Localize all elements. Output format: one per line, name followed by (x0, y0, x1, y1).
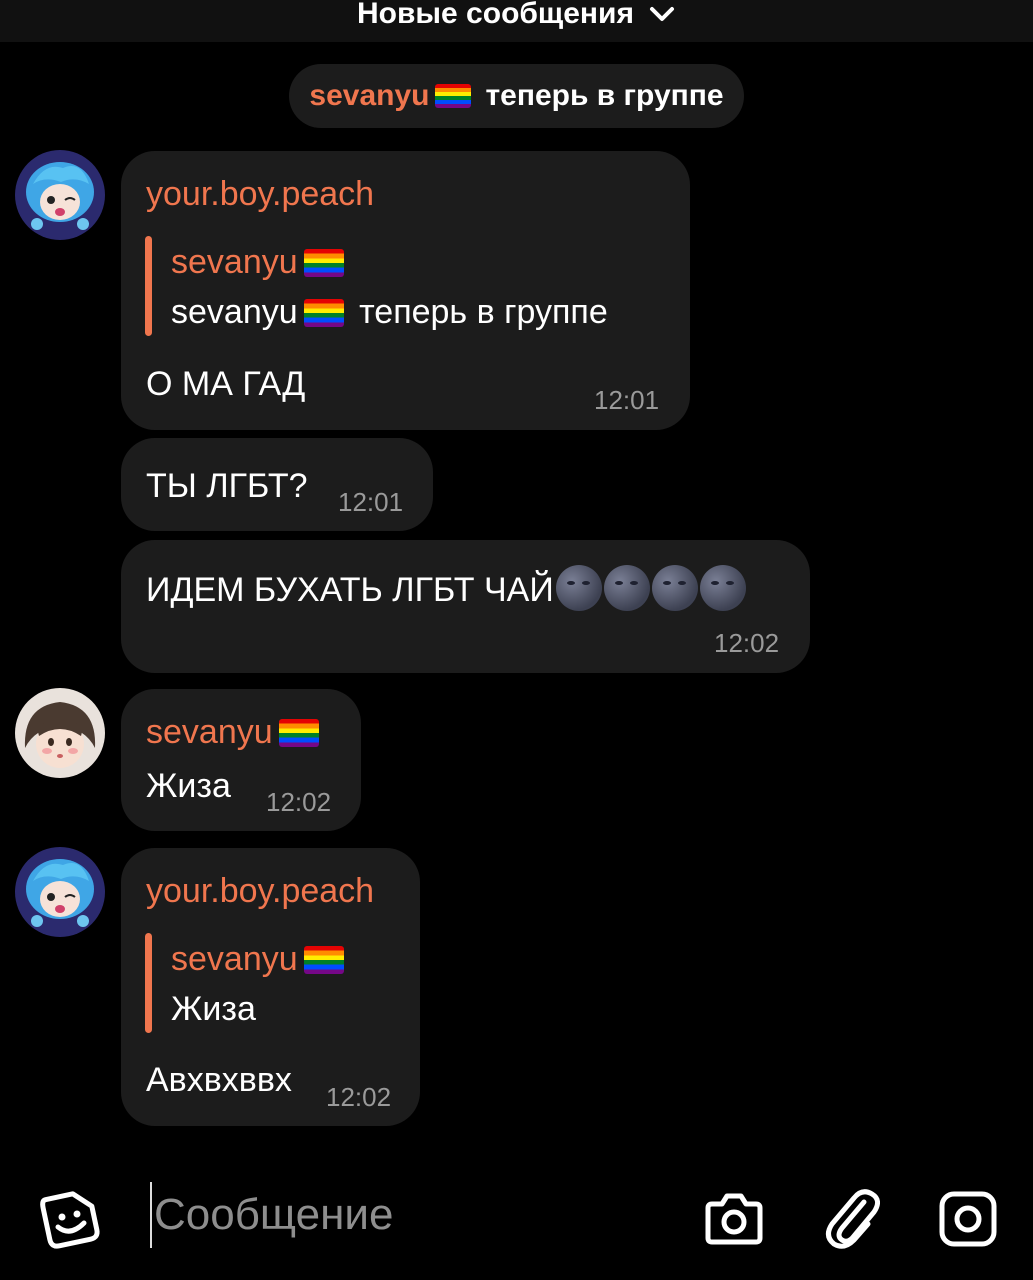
rainbow-flag-icon (278, 719, 319, 747)
rainbow-flag-icon (303, 946, 344, 974)
new-moon-face-icon (699, 565, 746, 611)
message-text: Жиза (146, 767, 231, 805)
reply-quote[interactable] (145, 236, 152, 336)
paperclip-icon[interactable] (824, 1188, 880, 1255)
message-bubble[interactable]: ИДЕМ БУХАТЬ ЛГБТ ЧАЙ 12:02 (121, 540, 810, 673)
avatar-your-boy-peach[interactable] (15, 150, 105, 240)
message-sender[interactable]: your.boy.peach (146, 872, 374, 911)
message-text: Авхвхввх (146, 1061, 292, 1099)
message-text: ТЫ ЛГБТ? (146, 467, 308, 505)
message-time: 12:02 (714, 628, 780, 658)
new-moon-face-icon (651, 565, 698, 611)
message-bubble[interactable]: sevanyu Жиза 12:02 (121, 689, 361, 831)
avatar-sevanyu[interactable] (15, 688, 105, 778)
message-text: О МА ГАД (146, 365, 306, 403)
system-message-text: теперь в группе (485, 79, 724, 112)
new-messages-banner[interactable]: Новые сообщения (0, 0, 1033, 42)
rainbow-flag-icon (303, 299, 344, 327)
message-time: 12:01 (338, 487, 404, 517)
message-sender[interactable]: sevanyu (146, 713, 325, 752)
message-input[interactable]: Сообщение (150, 1182, 654, 1248)
message-bubble[interactable]: ТЫ ЛГБТ? 12:01 (121, 438, 433, 531)
message-composer: Сообщение (0, 1160, 1033, 1280)
message-sender[interactable]: your.boy.peach (146, 175, 374, 214)
chevron-down-icon (648, 4, 676, 24)
system-message: sevanyu теперь в группе (289, 64, 744, 128)
new-moon-face-icon (603, 565, 650, 611)
sticker-icon[interactable] (38, 1187, 102, 1256)
message-bubble[interactable]: your.boy.peach sevanyu sevanyu теперь в … (121, 151, 690, 430)
camera-icon[interactable] (704, 1190, 764, 1251)
reply-text: Жиза (171, 990, 256, 1028)
new-moon-face-icon (555, 565, 602, 611)
message-text: ИДЕМ БУХАТЬ ЛГБТ ЧАЙ (146, 565, 746, 611)
new-messages-label: Новые сообщения (356, 0, 634, 30)
chat-screen: Новые сообщения sevanyu теперь в группе … (0, 0, 1033, 1280)
avatar-your-boy-peach[interactable] (15, 847, 105, 937)
reply-text: sevanyu теперь в группе (171, 293, 608, 331)
rainbow-flag-icon (435, 84, 472, 108)
message-bubble[interactable]: your.boy.peach sevanyu Жиза Авхвхввх 12:… (121, 848, 420, 1126)
message-time: 12:01 (594, 385, 660, 415)
system-message-name[interactable]: sevanyu (309, 79, 429, 113)
message-time: 12:02 (326, 1082, 392, 1112)
message-time: 12:02 (266, 787, 332, 817)
reply-sender: sevanyu (171, 940, 350, 979)
rainbow-flag-icon (303, 249, 344, 277)
reply-quote[interactable] (145, 933, 152, 1033)
reply-sender: sevanyu (171, 243, 350, 282)
gallery-icon[interactable] (938, 1190, 998, 1253)
